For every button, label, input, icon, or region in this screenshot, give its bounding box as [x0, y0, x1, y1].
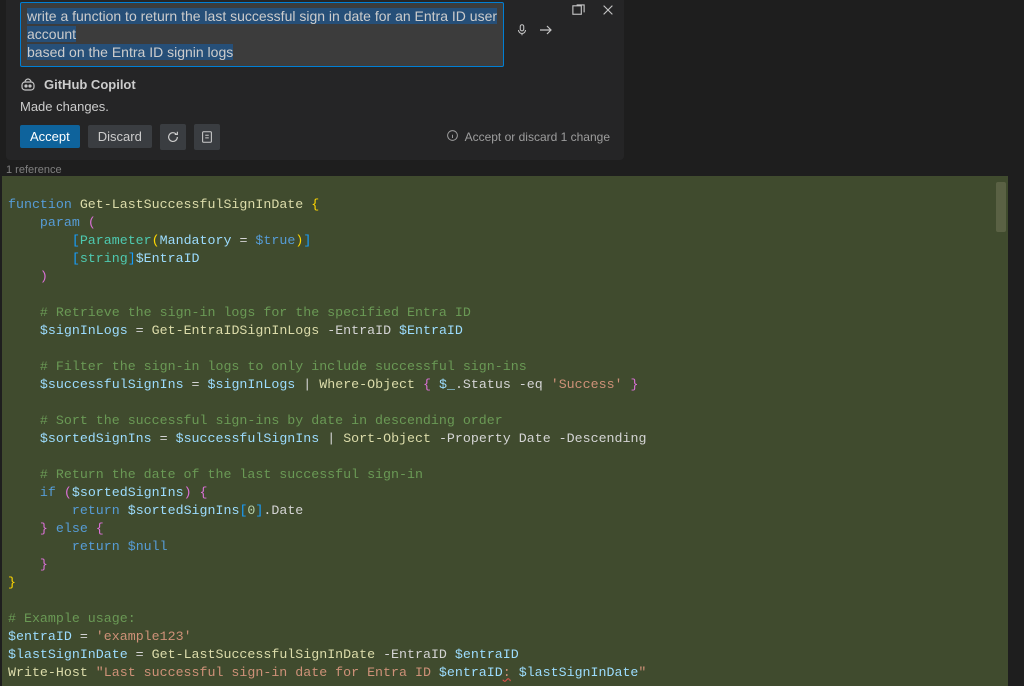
var-null: $null — [128, 539, 168, 554]
comment-example: # Example usage: — [8, 611, 136, 626]
colon: : — [503, 665, 511, 680]
fn-call: Get-LastSuccessfulSignInDate — [152, 647, 375, 662]
mic-icon[interactable] — [514, 22, 530, 38]
var-entraid-ex: $entraID — [8, 629, 72, 644]
type-string: string — [80, 251, 128, 266]
comment: # Filter the sign-in logs to only includ… — [40, 359, 527, 374]
prompt-inline-icons — [514, 2, 554, 38]
var-signinlogs: $signInLogs — [40, 323, 128, 338]
top-right-icons — [564, 2, 616, 18]
v-entraid: $entraID — [455, 647, 519, 662]
var-sorted3: $sortedSignIns — [128, 503, 240, 518]
scrollbar-thumb[interactable] — [996, 182, 1006, 232]
regenerate-button[interactable] — [160, 124, 186, 150]
info-icon — [446, 129, 459, 145]
kw-else: else — [56, 521, 88, 536]
var-src2: $successfulSignIns — [176, 431, 320, 446]
var-interp1: $entraID — [439, 665, 503, 680]
send-icon[interactable] — [538, 22, 554, 38]
close-icon[interactable] — [600, 2, 616, 18]
var-src: $signInLogs — [208, 377, 296, 392]
comment: # Retrieve the sign-in logs for the spec… — [40, 305, 471, 320]
comment: # Return the date of the last successful… — [40, 467, 423, 482]
reference-count[interactable]: 1 reference — [0, 164, 1024, 176]
endquote: " — [638, 665, 646, 680]
var-sorted2: $sortedSignIns — [72, 485, 184, 500]
v-date: Date — [519, 431, 551, 446]
str-example: 'example123' — [96, 629, 192, 644]
actions-row: Accept Discard Accept or discard 1 chang… — [20, 124, 610, 150]
p-entraid: -EntraID — [383, 647, 447, 662]
diff-view-button[interactable] — [194, 124, 220, 150]
kw-return2: return — [72, 539, 120, 554]
kw-param: param — [40, 215, 80, 230]
panel-body: GitHub Copilot Made changes. Accept Disc… — [6, 69, 624, 150]
fn-getlogs: Get-EntraIDSignInLogs — [152, 323, 320, 338]
val-true: $true — [255, 233, 295, 248]
prompt-input[interactable]: write a function to return the last succ… — [20, 2, 504, 67]
fn-where: Where-Object — [319, 377, 415, 392]
var-sorted: $sortedSignIns — [40, 431, 152, 446]
var-entraid: $EntraID — [136, 251, 200, 266]
copilot-header: GitHub Copilot — [20, 77, 610, 93]
op-eq: -eq — [519, 377, 543, 392]
copilot-icon — [20, 77, 36, 93]
str-success: 'Success' — [551, 377, 623, 392]
code-editor[interactable]: function Get-LastSuccessfulSignInDate { … — [2, 176, 1008, 686]
hint-row: Accept or discard 1 change — [446, 129, 610, 145]
copilot-status: Made changes. — [20, 99, 610, 114]
str-msg: "Last successful sign-in date for Entra … — [96, 665, 439, 680]
var-entraid-arg: $EntraID — [399, 323, 463, 338]
var-interp2: $lastSignInDate — [519, 665, 639, 680]
copilot-chat-panel: write a function to return the last succ… — [6, 0, 624, 160]
p-property: -Property — [439, 431, 511, 446]
accept-button[interactable]: Accept — [20, 125, 80, 148]
fn-writehost: Write-Host — [8, 665, 88, 680]
discard-button[interactable]: Discard — [88, 125, 152, 148]
var-success: $successfulSignIns — [40, 377, 184, 392]
fn-sort: Sort-Object — [343, 431, 431, 446]
kw-function: function — [8, 197, 72, 212]
prompt-line-2: based on the Entra ID signin logs — [27, 44, 233, 60]
kw-return: return — [72, 503, 120, 518]
prompt-line-1: write a function to return the last succ… — [27, 8, 497, 42]
prompt-row: write a function to return the last succ… — [6, 0, 624, 69]
kw-if: if — [40, 485, 56, 500]
comment: # Sort the successful sign-ins by date i… — [40, 413, 503, 428]
p-desc: -Descending — [559, 431, 647, 446]
prop-status: .Status — [455, 377, 511, 392]
hint-text: Accept or discard 1 change — [465, 130, 610, 144]
prop-date: .Date — [263, 503, 303, 518]
param-entraid: -EntraID — [327, 323, 391, 338]
fn-name: Get-LastSuccessfulSignInDate — [80, 197, 303, 212]
copilot-title: GitHub Copilot — [44, 77, 136, 92]
attr-mandatory: Mandatory — [160, 233, 232, 248]
attr-parameter: Parameter — [80, 233, 152, 248]
var-it: $_ — [439, 377, 455, 392]
expand-icon[interactable] — [570, 2, 586, 18]
var-lastdate: $lastSignInDate — [8, 647, 128, 662]
